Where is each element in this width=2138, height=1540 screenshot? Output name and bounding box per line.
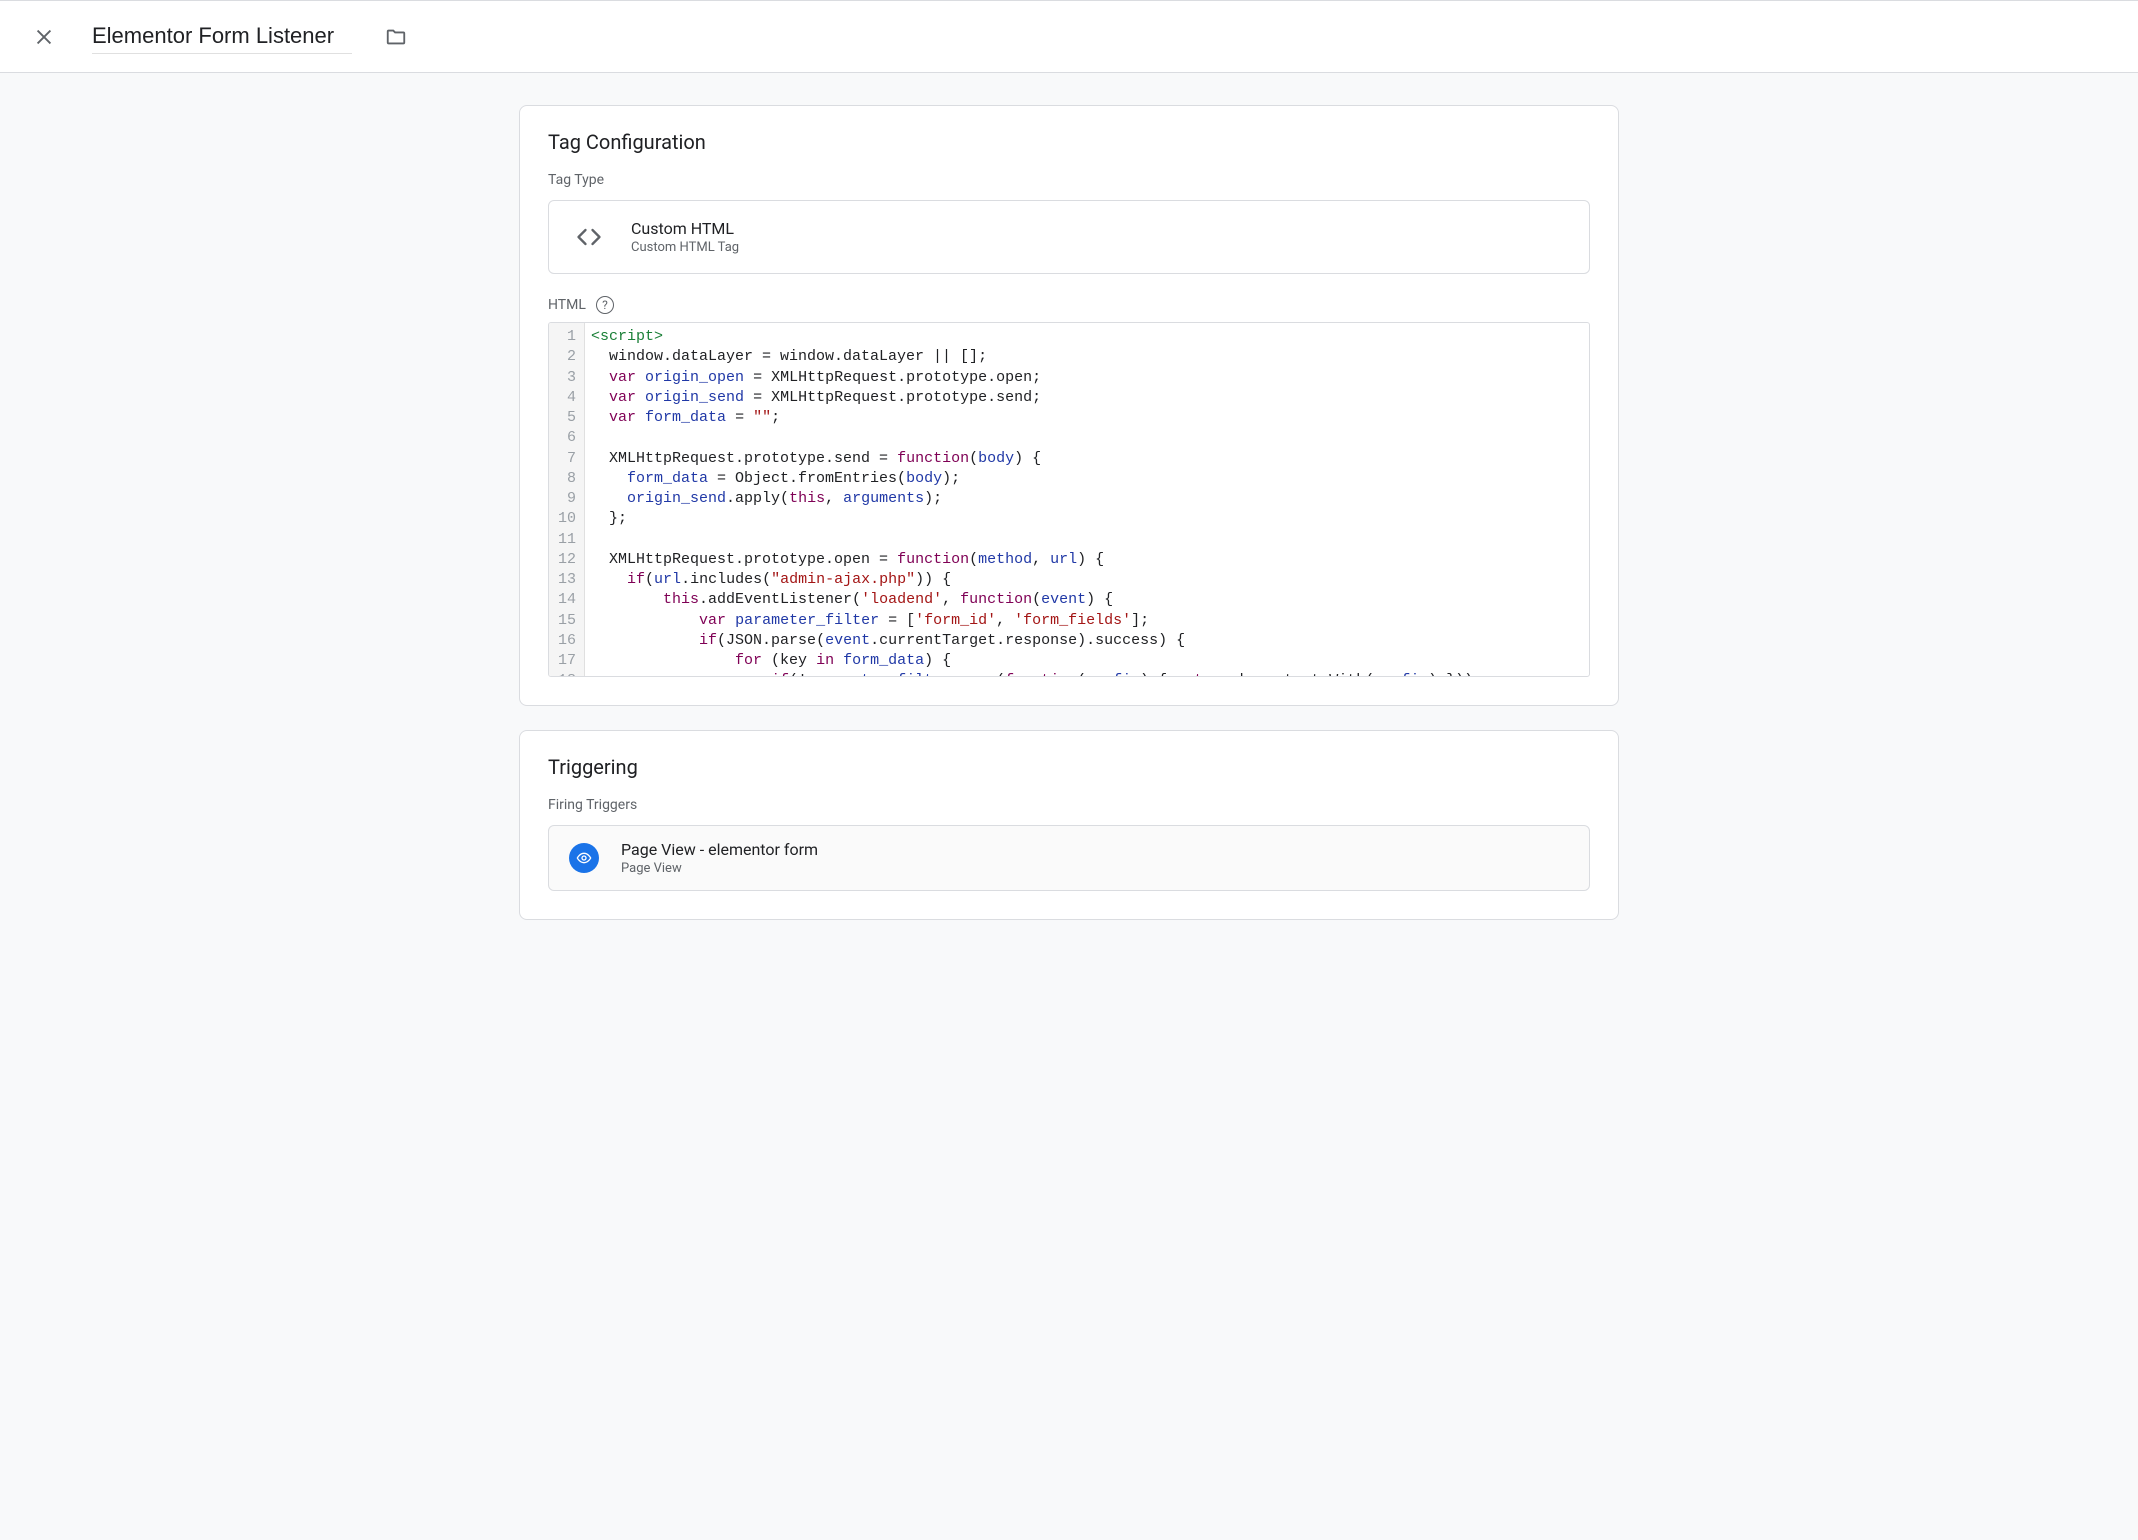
trigger-row[interactable]: Page View - elementor form Page View bbox=[548, 825, 1590, 891]
tag-configuration-card: Tag Configuration Tag Type Custom HTML C… bbox=[519, 105, 1619, 706]
folder-icon bbox=[385, 26, 407, 48]
firing-triggers-label: Firing Triggers bbox=[548, 797, 1590, 813]
tag-type-subtitle: Custom HTML Tag bbox=[631, 240, 739, 255]
tag-name-input[interactable] bbox=[92, 19, 352, 54]
custom-html-icon bbox=[569, 217, 609, 257]
tag-config-heading: Tag Configuration bbox=[548, 130, 1590, 154]
triggering-heading: Triggering bbox=[548, 755, 1590, 779]
close-icon bbox=[33, 26, 55, 48]
folder-button[interactable] bbox=[376, 17, 416, 57]
trigger-name: Page View - elementor form bbox=[621, 840, 818, 859]
triggering-card: Triggering Firing Triggers Page View - e… bbox=[519, 730, 1619, 920]
tag-type-name: Custom HTML bbox=[631, 219, 739, 238]
html-field-label: HTML bbox=[548, 297, 586, 313]
dialog-header bbox=[0, 1, 2138, 73]
code-content[interactable]: <script> window.dataLayer = window.dataL… bbox=[585, 323, 1589, 676]
help-icon[interactable]: ? bbox=[596, 296, 614, 314]
page-view-trigger-icon bbox=[569, 843, 599, 873]
code-gutter: 1 2 3 4 5 6 7 8 9 10 11 12 13 14 15 16 1… bbox=[549, 323, 585, 676]
tag-type-label: Tag Type bbox=[548, 172, 1590, 188]
tag-type-selector[interactable]: Custom HTML Custom HTML Tag bbox=[548, 200, 1590, 274]
close-button[interactable] bbox=[20, 13, 68, 61]
trigger-type: Page View bbox=[621, 861, 818, 876]
html-code-editor[interactable]: 1 2 3 4 5 6 7 8 9 10 11 12 13 14 15 16 1… bbox=[548, 322, 1590, 677]
